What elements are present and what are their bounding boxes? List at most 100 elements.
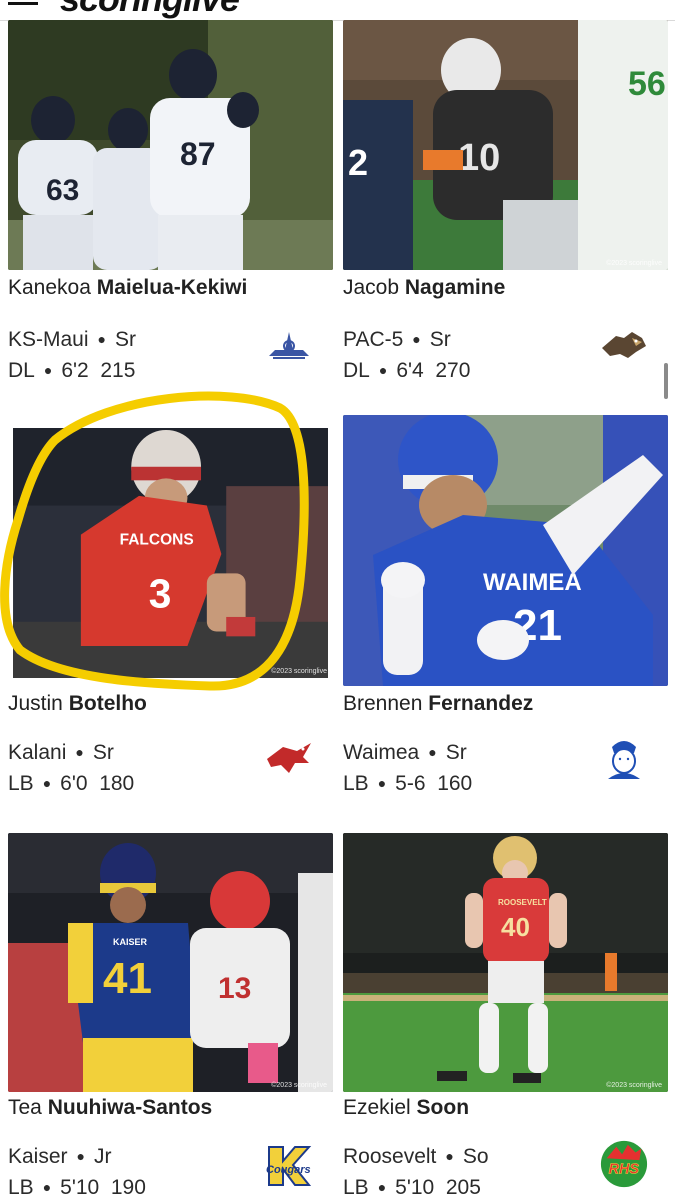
photo-watermark: ©2023 scoringlive: [271, 1082, 327, 1089]
school-name: PAC-5: [343, 328, 404, 351]
school-year: KS-Maui ● Sr: [8, 328, 136, 351]
school-year: Kaiser ● Jr: [8, 1145, 112, 1168]
weight: 270: [435, 359, 471, 382]
svg-text:2: 2: [348, 142, 368, 183]
svg-text:13: 13: [218, 972, 251, 1005]
svg-text:87: 87: [180, 136, 216, 172]
last-name: Maielua-Kekiwi: [96, 276, 248, 299]
photo-watermark: ©2023 scoringlive: [271, 668, 327, 675]
weight: 190: [110, 1176, 146, 1199]
first-name: Jacob: [343, 276, 400, 299]
school-year: Roosevelt ● So: [343, 1145, 489, 1168]
position: LB: [343, 772, 369, 795]
position: DL: [343, 359, 370, 382]
weight: 160: [437, 772, 473, 795]
svg-text:40: 40: [501, 912, 530, 942]
weight: 180: [99, 772, 135, 795]
last-name: Fernandez: [428, 692, 534, 715]
position-size: LB ● 5-6 160: [343, 772, 473, 795]
height: 6'0: [60, 772, 88, 795]
first-name: Kanekoa: [8, 276, 91, 299]
menehune-logo-icon: [608, 741, 640, 779]
player-photo-image: 63 87: [8, 20, 333, 270]
kaiser-cougars-logo-icon: Cougars: [266, 1146, 312, 1186]
svg-text:KAISER: KAISER: [113, 937, 148, 947]
top-header: scoringlive: [0, 0, 675, 21]
player-photo[interactable]: 63 87: [8, 20, 333, 270]
position-size: DL ● 6'4 270: [343, 359, 471, 382]
class-year: Jr: [94, 1145, 112, 1168]
scrollbar[interactable]: [664, 363, 668, 399]
school-year: Waimea ● Sr: [343, 741, 467, 764]
falcon-logo-icon: [267, 743, 311, 773]
player-photo-image: FALCONS 3: [13, 428, 328, 678]
height: 5-6: [395, 772, 426, 795]
last-name: Nuuhiwa-Santos: [47, 1096, 213, 1119]
roosevelt-rhs-logo-icon: RHS: [600, 1140, 648, 1188]
player-name[interactable]: Jacob Nagamine: [343, 276, 505, 300]
height: 6'4: [396, 359, 424, 382]
svg-text:56: 56: [628, 65, 666, 103]
height: 5'10: [60, 1176, 100, 1199]
svg-text:63: 63: [46, 174, 79, 207]
player-photo[interactable]: ROOSEVELT 40 ©2023 scoringlive: [343, 833, 668, 1092]
position: DL: [8, 359, 35, 382]
last-name: Nagamine: [404, 276, 506, 299]
player-photo-image: 41 KAISER 13: [8, 833, 333, 1092]
class-year: Sr: [92, 741, 114, 764]
position-size: LB ● 5'10 190: [8, 1176, 146, 1199]
svg-text:10: 10: [458, 137, 500, 179]
player-photo-image: 2 10 56: [343, 20, 668, 270]
weight: 215: [100, 359, 136, 382]
height: 6'2: [61, 359, 89, 382]
ks-maui-logo-icon: [269, 332, 309, 359]
player-photo[interactable]: 41 KAISER 13 ©2023 scoringlive: [8, 833, 333, 1092]
svg-text:3: 3: [149, 570, 172, 616]
school-name: Waimea: [343, 741, 420, 764]
svg-text:ROOSEVELT: ROOSEVELT: [498, 898, 547, 907]
position: LB: [343, 1176, 369, 1199]
school-name: KS-Maui: [8, 328, 89, 351]
player-photo[interactable]: FALCONS 3 ©2023 scoringlive: [8, 428, 333, 678]
player-photo[interactable]: 2 10 56 ©2023 scoringlive: [343, 20, 668, 270]
player-name[interactable]: Justin Botelho: [8, 692, 147, 716]
school-year: PAC-5 ● Sr: [343, 328, 451, 351]
position: LB: [8, 772, 34, 795]
player-photo-image: WAIMEA 21: [343, 415, 668, 686]
svg-text:FALCONS: FALCONS: [120, 531, 194, 548]
weight: 205: [445, 1176, 481, 1199]
svg-text:RHS: RHS: [609, 1162, 640, 1178]
class-year: Sr: [115, 328, 136, 351]
player-name[interactable]: Kanekoa Maielua-Kekiwi: [8, 276, 247, 300]
first-name: Tea: [8, 1096, 42, 1119]
school-name: Roosevelt: [343, 1145, 437, 1168]
svg-text:41: 41: [103, 954, 152, 1003]
menu-icon[interactable]: [8, 0, 38, 6]
school-name: Kalani: [8, 741, 67, 764]
photo-watermark: ©2023 scoringlive: [606, 1082, 662, 1089]
first-name: Justin: [8, 692, 63, 715]
last-name: Soon: [416, 1096, 470, 1119]
first-name: Brennen: [343, 692, 423, 715]
site-logo[interactable]: scoringlive: [60, 0, 240, 20]
position-size: LB ● 5'10 205: [343, 1176, 481, 1199]
first-name: Ezekiel: [343, 1096, 411, 1119]
school-year: Kalani ● Sr: [8, 741, 114, 764]
school-name: Kaiser: [8, 1145, 68, 1168]
class-year: So: [462, 1145, 489, 1168]
position-size: LB ● 6'0 180: [8, 772, 135, 795]
photo-watermark: ©2023 scoringlive: [606, 260, 662, 267]
wolfpack-logo-icon: [602, 332, 646, 358]
class-year: Sr: [445, 741, 467, 764]
player-name[interactable]: Tea Nuuhiwa-Santos: [8, 1096, 212, 1120]
class-year: Sr: [429, 328, 451, 351]
player-name[interactable]: Ezekiel Soon: [343, 1096, 469, 1120]
height: 5'10: [395, 1176, 435, 1199]
svg-text:WAIMEA: WAIMEA: [483, 569, 582, 596]
last-name: Botelho: [68, 692, 147, 715]
player-photo-image: ROOSEVELT 40: [343, 833, 668, 1092]
position-size: DL ● 6'2 215: [8, 359, 136, 382]
player-name[interactable]: Brennen Fernandez: [343, 692, 533, 716]
player-photo[interactable]: WAIMEA 21: [343, 415, 668, 686]
position: LB: [8, 1176, 34, 1199]
